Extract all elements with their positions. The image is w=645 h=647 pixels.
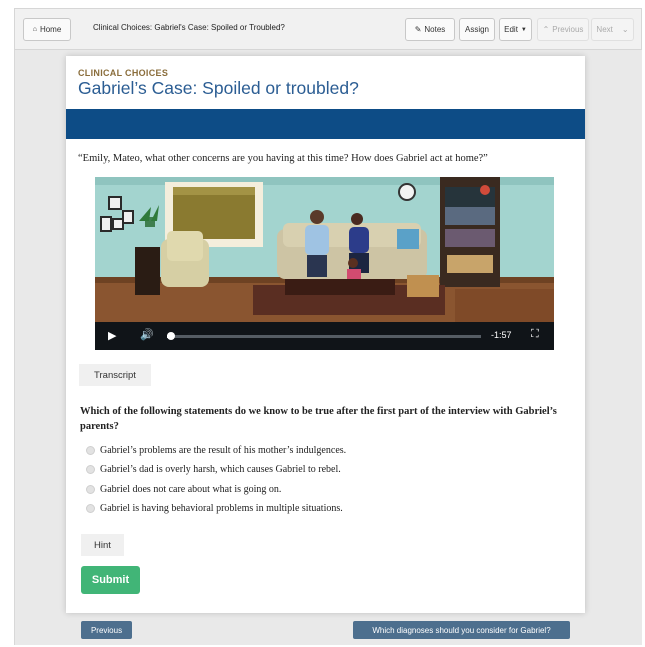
quiz-option-label: Gabriel does not care about what is goin… (100, 484, 282, 495)
quiz-option[interactable]: Gabriel is having behavioral problems in… (86, 503, 343, 514)
chevron-up-icon: ⌃ (542, 25, 550, 34)
interview-quote: “Emily, Mateo, what other concerns are y… (78, 153, 488, 164)
quiz-option-label: Gabriel’s dad is overly harsh, which cau… (100, 464, 341, 475)
transcript-button[interactable]: Transcript (79, 364, 151, 386)
breadcrumb: Clinical Choices: Gabriel's Case: Spoile… (93, 23, 285, 32)
radio-button[interactable] (86, 465, 95, 474)
page-title: Gabriel’s Case: Spoiled or troubled? (78, 78, 359, 98)
section-eyebrow: CLINICAL CHOICES (78, 68, 169, 78)
quiz-option[interactable]: Gabriel’s problems are the result of his… (86, 445, 346, 456)
fullscreen-icon[interactable]: ⛶ (531, 328, 539, 341)
radio-button[interactable] (86, 446, 95, 455)
activity-card: CLINICAL CHOICES Gabriel’s Case: Spoiled… (66, 56, 585, 613)
quiz-option-label: Gabriel’s problems are the result of his… (100, 445, 347, 456)
quiz-question: Which of the following statements do we … (80, 406, 557, 432)
video-progress-track[interactable] (167, 335, 481, 338)
next-page-button[interactable]: Next ⌄ (591, 18, 634, 41)
radio-button[interactable] (86, 504, 95, 513)
notes-button-label: Notes (424, 25, 446, 34)
previous-page-button[interactable]: ⌃ Previous (537, 18, 589, 41)
edit-button[interactable]: Edit ▼ (499, 18, 532, 41)
play-icon[interactable]: ▶ (108, 329, 116, 342)
previous-page-label: Previous (552, 25, 584, 34)
video-time-remaining: -1:57 (491, 330, 512, 340)
footer-previous-button[interactable]: Previous (81, 621, 132, 639)
footer-next-topic-button[interactable]: Which diagnoses should you consider for … (353, 621, 570, 639)
volume-icon[interactable]: 🔊 (140, 328, 154, 341)
hint-button[interactable]: Hint (81, 534, 124, 556)
quiz-option[interactable]: Gabriel does not care about what is goin… (86, 484, 281, 495)
assign-button[interactable]: Assign (459, 18, 495, 41)
home-button-label: Home (39, 25, 62, 34)
video-player[interactable]: ▶ 🔊 -1:57 ⛶ (95, 177, 554, 350)
video-controls: ▶ 🔊 -1:57 ⛶ (95, 322, 554, 350)
top-toolbar: ⌂ Home Clinical Choices: Gabriel's Case:… (14, 8, 642, 50)
quiz-option-label: Gabriel is having behavioral problems in… (100, 503, 343, 514)
video-scrubber-handle[interactable] (167, 332, 175, 340)
submit-button[interactable]: Submit (81, 566, 140, 594)
notes-button[interactable]: ✎ Notes (405, 18, 455, 41)
chevron-down-icon: ⌄ (621, 25, 629, 34)
radio-button[interactable] (86, 485, 95, 494)
caret-down-icon: ▼ (520, 26, 527, 33)
assign-button-label: Assign (464, 25, 489, 34)
quiz-option[interactable]: Gabriel’s dad is overly harsh, which cau… (86, 464, 341, 475)
title-banner (66, 109, 585, 139)
home-button[interactable]: ⌂ Home (23, 18, 71, 41)
edit-button-label: Edit (504, 25, 518, 34)
pencil-icon: ✎ (414, 25, 422, 34)
next-page-label: Next (596, 25, 613, 34)
home-icon: ⌂ (32, 26, 37, 33)
